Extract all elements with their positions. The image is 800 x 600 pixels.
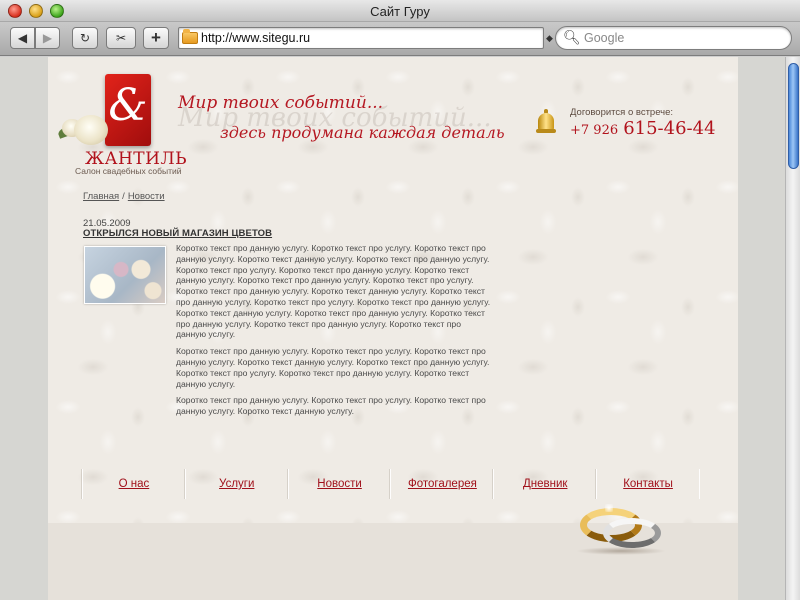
nav-item-news: Новости (287, 469, 391, 499)
silver-ring-icon (603, 518, 661, 548)
folder-icon (182, 29, 198, 44)
bell-icon (536, 109, 556, 137)
web-clip-button[interactable]: ✂ (106, 27, 136, 49)
nav-link-gallery[interactable]: Фотогалерея (408, 478, 477, 490)
back-arrow-icon: ◀ (17, 31, 28, 45)
nav-link-contacts[interactable]: Контакты (623, 478, 673, 490)
header-slogan: Мир твоих событий... Мир твоих событий..… (178, 93, 508, 153)
window-title: Сайт Гуру (370, 4, 430, 19)
nav-link-diary[interactable]: Дневник (523, 478, 567, 490)
phone-digits: 615-46-44 (623, 118, 716, 139)
search-icon[interactable]: 🔍︎ (563, 29, 581, 46)
nav-link-about[interactable]: О нас (119, 478, 150, 490)
reload-button[interactable]: ↻ (72, 27, 98, 49)
slogan-line-1: Мир твоих событий... (178, 93, 384, 113)
news-paragraph: Коротко текст про данную услугу. Коротко… (176, 346, 490, 389)
site-page: & ЖАНТИЛЬ Салон свадебных событий Мир тв… (48, 57, 738, 600)
breadcrumb: Главная / Новости (83, 191, 165, 202)
forward-button[interactable]: ▶ (35, 27, 60, 49)
nav-item-gallery: Фотогалерея (390, 469, 493, 499)
slogan-line-2: здесь продумана каждая деталь (220, 123, 505, 142)
sparkle-icon (605, 504, 613, 512)
bottom-nav: О нас Услуги Новости Фотогалерея Дневник… (82, 469, 700, 499)
news-paragraph: Коротко текст про данную услугу. Коротко… (176, 395, 486, 417)
address-dropdown-icon[interactable]: ◆ (546, 33, 553, 44)
news-title-link[interactable]: Открылся новый магазин цветов (83, 228, 272, 239)
address-url[interactable]: http://www.sitegu.ru (201, 31, 310, 45)
nav-link-news[interactable]: Новости (317, 478, 362, 490)
logo-ampersand: & (108, 80, 148, 131)
nav-item-diary: Дневник (493, 469, 596, 499)
news-body: Коротко текст про данную услугу. Коротко… (176, 243, 492, 423)
breadcrumb-home-link[interactable]: Главная (83, 191, 119, 202)
forward-arrow-icon: ▶ (42, 31, 53, 45)
plus-icon: + (151, 28, 161, 47)
scrollbar-thumb[interactable] (788, 63, 799, 169)
rings-shadow (576, 547, 666, 555)
rose-decoration (74, 115, 108, 145)
reload-icon: ↻ (79, 31, 91, 45)
news-paragraph: Коротко текст про данную услугу. Коротко… (176, 243, 491, 340)
contact-label: Договорится о встрече: (570, 107, 674, 118)
vertical-scrollbar[interactable] (785, 57, 800, 600)
browser-toolbar: ◀ ▶ ↻ ✂ + http://www.sitegu.ru 🔍︎ Google (0, 22, 800, 56)
search-placeholder: Google (584, 31, 625, 45)
search-field[interactable]: 🔍︎ Google (555, 26, 792, 50)
address-bar[interactable]: http://www.sitegu.ru (178, 27, 544, 49)
nav-item-services: Услуги (184, 469, 288, 499)
page-viewport: & ЖАНТИЛЬ Салон свадебных событий Мир тв… (0, 57, 785, 600)
breadcrumb-news-link[interactable]: Новости (128, 191, 165, 202)
logo-emblem[interactable]: & (105, 74, 151, 146)
back-button[interactable]: ◀ (10, 27, 35, 49)
phone-number: +7 926 615-46-44 (570, 118, 716, 139)
phone-prefix: +7 926 (570, 123, 619, 138)
brand-tagline: Салон свадебных событий (75, 166, 182, 176)
breadcrumb-separator: / (122, 191, 125, 202)
scissors-icon: ✂ (115, 31, 127, 45)
nav-item-contacts: Контакты (596, 469, 700, 499)
nav-link-services[interactable]: Услуги (219, 478, 254, 490)
add-bookmark-button[interactable]: + (143, 27, 169, 49)
nav-item-about: О нас (82, 469, 185, 499)
news-photo[interactable] (84, 246, 166, 304)
window-titlebar: Сайт Гуру (0, 0, 800, 22)
